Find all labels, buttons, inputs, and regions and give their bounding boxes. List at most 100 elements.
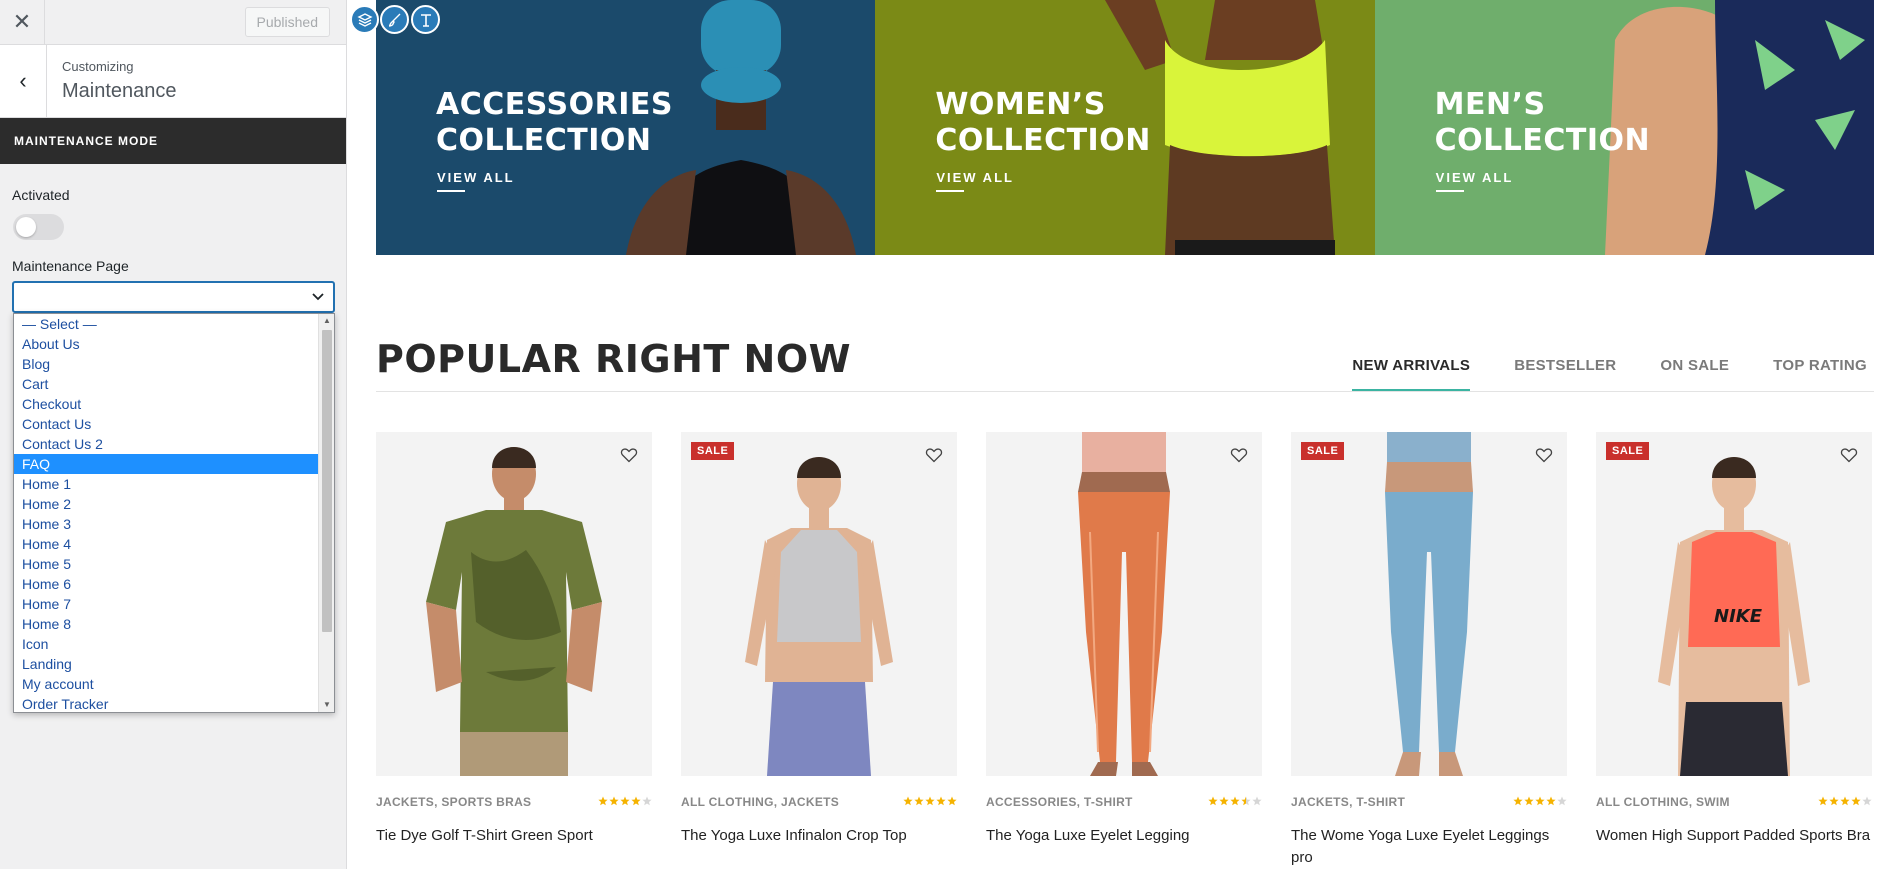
product-image[interactable]: SALE	[1291, 432, 1567, 776]
select-option[interactable]: Blog	[14, 354, 319, 374]
banner-view-all-link[interactable]: VIEW ALL	[1436, 170, 1514, 185]
product-photo-icon	[1078, 432, 1170, 776]
select-option[interactable]: Home 4	[14, 534, 319, 554]
brush-icon[interactable]	[380, 5, 409, 34]
tab-new-arrivals[interactable]: NEW ARRIVALS	[1352, 357, 1471, 391]
dropdown-scrollbar[interactable]: ▲ ▼	[318, 314, 334, 712]
maintenance-page-select[interactable]	[12, 281, 335, 313]
sale-badge: SALE	[1606, 442, 1650, 460]
product-image[interactable]	[376, 432, 652, 776]
select-option[interactable]: FAQ	[14, 454, 319, 474]
banner-women[interactable]: WOMEN’S COLLECTION VIEW ALL	[875, 0, 1375, 255]
select-option[interactable]: Home 1	[14, 474, 319, 494]
star-icon	[1851, 793, 1861, 811]
star-icon	[1862, 793, 1872, 811]
svg-text:NIKE: NIKE	[1714, 606, 1763, 627]
scroll-up-arrow-icon[interactable]: ▲	[319, 314, 334, 328]
product-card[interactable]: NIKE SALE ALL CLOTHING, SWIM Women High Su…	[1596, 432, 1872, 869]
section-titles: Customizing Maintenance	[47, 45, 177, 117]
product-title[interactable]: Women High Support Padded Sports Bra	[1596, 825, 1872, 847]
product-tabs: NEW ARRIVALS BESTSELLER ON SALE TOP RATING	[1308, 357, 1867, 391]
activated-toggle[interactable]	[13, 214, 64, 240]
tab-bestseller[interactable]: BESTSELLER	[1514, 357, 1616, 374]
product-meta: ALL CLOTHING, JACKETS	[681, 793, 957, 811]
back-button[interactable]: ‹	[0, 45, 47, 117]
select-option[interactable]: Cart	[14, 374, 319, 394]
product-title[interactable]: The Yoga Luxe Eyelet Legging	[986, 825, 1262, 847]
scroll-down-arrow-icon[interactable]: ▼	[319, 698, 334, 712]
select-option[interactable]: — Select —	[14, 314, 319, 334]
banner-accessories[interactable]: ACCESSORIES COLLECTION VIEW ALL	[376, 0, 876, 255]
publish-button[interactable]: Published	[244, 7, 330, 37]
select-option[interactable]: Home 5	[14, 554, 319, 574]
select-option[interactable]: Contact Us	[14, 414, 319, 434]
select-option[interactable]: Contact Us 2	[14, 434, 319, 454]
select-option[interactable]: My account	[14, 674, 319, 694]
maintenance-page-dropdown[interactable]: — Select — About Us Blog Cart Checkout Contac…	[13, 313, 335, 713]
select-option[interactable]: Order Tracker	[14, 694, 319, 712]
heart-icon[interactable]	[925, 446, 943, 464]
heart-icon[interactable]	[1230, 446, 1248, 464]
star-icon	[1829, 793, 1839, 811]
star-icon	[947, 793, 957, 811]
product-image[interactable]	[986, 432, 1262, 776]
product-title[interactable]: The Yoga Luxe Infinalon Crop Top	[681, 825, 957, 847]
section-header: ‹ Customizing Maintenance	[0, 45, 346, 118]
select-option[interactable]: Home 2	[14, 494, 319, 514]
product-categories[interactable]: JACKETS, SPORTS BRAS	[376, 795, 531, 809]
product-image[interactable]: NIKE SALE	[1596, 432, 1872, 776]
star-icon	[609, 793, 619, 811]
select-option[interactable]: Landing	[14, 654, 319, 674]
text-icon[interactable]	[411, 5, 440, 34]
tab-label: BESTSELLER	[1514, 357, 1617, 374]
star-icon	[1230, 793, 1240, 811]
product-categories[interactable]: ALL CLOTHING, JACKETS	[681, 795, 839, 809]
product-card[interactable]: ACCESSORIES, T-SHIRT The Yoga Luxe Eyelet…	[986, 432, 1262, 869]
product-title[interactable]: The Wome Yoga Luxe Eyelet Leggings pro	[1291, 825, 1567, 869]
layers-icon[interactable]	[350, 5, 379, 34]
tab-label: NEW ARRIVALS	[1352, 357, 1471, 374]
select-option[interactable]: Checkout	[14, 394, 319, 414]
star-rating	[903, 793, 957, 811]
star-icon	[1524, 793, 1534, 811]
banner-men[interactable]: MEN’S COLLECTION VIEW ALL	[1374, 0, 1874, 255]
select-option[interactable]: Home 3	[14, 514, 319, 534]
star-icon	[1840, 793, 1850, 811]
product-categories[interactable]: JACKETS, T-SHIRT	[1291, 795, 1405, 809]
product-meta: ALL CLOTHING, SWIM	[1596, 793, 1872, 811]
select-option[interactable]: Home 7	[14, 594, 319, 614]
product-title[interactable]: Tie Dye Golf T-Shirt Green Sport	[376, 825, 652, 847]
product-photo-icon	[1385, 432, 1473, 776]
close-icon: ✕	[12, 9, 32, 34]
product-card[interactable]: SALE ALL CLOTHING, JACKETS The Yoga Luxe I…	[681, 432, 957, 869]
heart-icon[interactable]	[620, 446, 638, 464]
star-rating	[1208, 793, 1262, 811]
chevron-left-icon: ‹	[19, 68, 27, 93]
star-rating	[1513, 793, 1567, 811]
select-option[interactable]: About Us	[14, 334, 319, 354]
banner-title: ACCESSORIES COLLECTION	[436, 87, 673, 158]
banner-view-all-link[interactable]: VIEW ALL	[936, 170, 1014, 185]
banner-title: WOMEN’S COLLECTION	[935, 87, 1151, 158]
close-customizer-button[interactable]: ✕	[0, 0, 45, 45]
product-photo-icon	[745, 457, 893, 776]
star-icon	[1241, 793, 1251, 811]
heart-icon[interactable]	[1840, 446, 1858, 464]
product-card[interactable]: JACKETS, SPORTS BRAS Tie Dye Golf T-Shirt…	[376, 432, 652, 869]
star-icon	[1219, 793, 1229, 811]
product-categories[interactable]: ALL CLOTHING, SWIM	[1596, 795, 1730, 809]
section-title: Maintenance	[62, 80, 177, 102]
star-icon	[598, 793, 608, 811]
product-photo-icon	[426, 447, 602, 776]
product-categories[interactable]: ACCESSORIES, T-SHIRT	[986, 795, 1133, 809]
product-image[interactable]: SALE	[681, 432, 957, 776]
heart-icon[interactable]	[1535, 446, 1553, 464]
scrollbar-thumb[interactable]	[322, 330, 332, 632]
select-option[interactable]: Home 8	[14, 614, 319, 634]
banner-view-all-link[interactable]: VIEW ALL	[437, 170, 515, 185]
tab-on-sale[interactable]: ON SALE	[1660, 357, 1729, 374]
tab-top-rating[interactable]: TOP RATING	[1773, 357, 1867, 374]
product-card[interactable]: SALE JACKETS, T-SHIRT The Wome Yoga Luxe E…	[1291, 432, 1567, 869]
select-option[interactable]: Home 6	[14, 574, 319, 594]
select-option[interactable]: Icon	[14, 634, 319, 654]
